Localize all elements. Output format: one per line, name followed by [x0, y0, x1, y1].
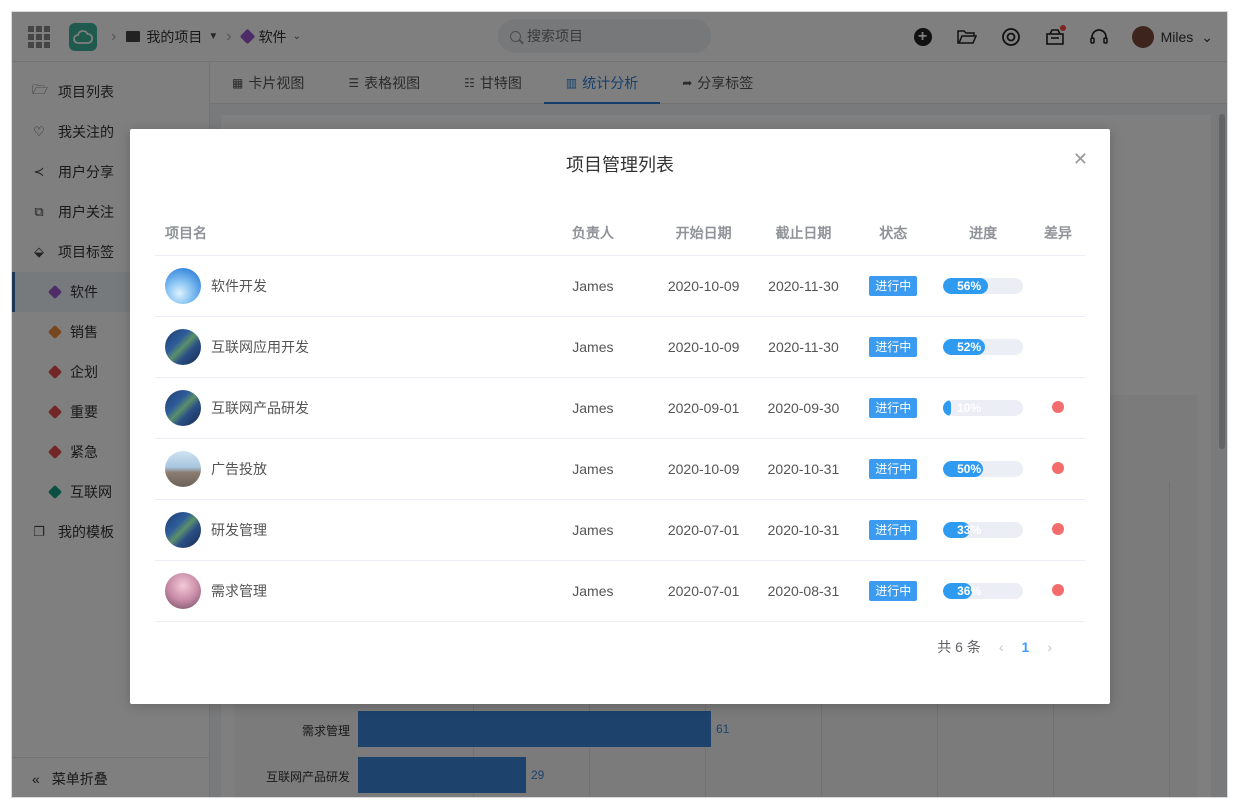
- cell-status: 进行中: [851, 438, 936, 500]
- cell-start-date: 2020-10-09: [651, 438, 756, 500]
- cell-end-date: 2020-11-30: [755, 255, 852, 317]
- cell-diff: [1031, 316, 1085, 378]
- cell-end-date: 2020-10-31: [755, 438, 852, 500]
- cell-start-date: 2020-10-09: [651, 255, 756, 317]
- cell-owner: James: [534, 560, 652, 622]
- page-number[interactable]: 1: [1022, 639, 1030, 655]
- table-row[interactable]: 互联网应用开发 James 2020-10-09 2020-11-30 进行中 …: [155, 316, 1085, 378]
- cell-name: 互联网产品研发: [155, 377, 535, 439]
- project-name[interactable]: 研发管理: [211, 520, 267, 540]
- cell-name: 研发管理: [155, 499, 535, 561]
- project-avatar: [165, 389, 201, 426]
- pagination: 共 6 条 ‹ 1 ›: [937, 637, 1070, 657]
- progress-bar: 56%: [943, 277, 1024, 294]
- diff-indicator: [1052, 583, 1065, 596]
- cell-diff: [1031, 438, 1085, 500]
- cell-status: 进行中: [851, 316, 936, 378]
- diff-indicator: [1052, 400, 1065, 413]
- status-badge: 进行中: [869, 336, 918, 357]
- cell-end-date: 2020-10-31: [755, 499, 852, 561]
- close-icon[interactable]: ✕: [1073, 149, 1088, 170]
- cell-name: 需求管理: [155, 560, 535, 622]
- status-badge: 进行中: [869, 275, 918, 296]
- col-header-end: 截止日期: [755, 211, 852, 256]
- cell-start-date: 2020-10-09: [651, 316, 756, 378]
- cell-name: 软件开发: [155, 255, 535, 317]
- next-page-icon[interactable]: ›: [1047, 639, 1052, 655]
- progress-bar: 33%: [943, 521, 1024, 538]
- col-header-owner: 负责人: [534, 211, 652, 256]
- table-row[interactable]: 需求管理 James 2020-07-01 2020-08-31 进行中 36%: [155, 560, 1085, 622]
- cell-progress: 33%: [935, 499, 1032, 561]
- project-table: 项目名 负责人 开始日期 截止日期 状态 进度 差异 软件开发 James 20…: [155, 211, 1085, 622]
- cell-diff: [1031, 255, 1085, 317]
- progress-text: 52%: [957, 339, 982, 354]
- col-header-status: 状态: [851, 211, 936, 256]
- project-avatar: [165, 572, 201, 609]
- status-badge: 进行中: [869, 580, 918, 601]
- status-badge: 进行中: [869, 519, 918, 540]
- project-name[interactable]: 需求管理: [211, 581, 267, 601]
- cell-end-date: 2020-09-30: [755, 377, 852, 439]
- project-list-modal: 项目管理列表 ✕ 项目名 负责人 开始日期 截止日期 状态 进度 差异 软件开发…: [130, 129, 1110, 704]
- pager-total: 共 6 条: [937, 639, 981, 655]
- cell-end-date: 2020-08-31: [755, 560, 852, 622]
- project-avatar: [165, 450, 201, 487]
- col-header-progress: 进度: [935, 211, 1032, 256]
- cell-status: 进行中: [851, 499, 936, 561]
- project-avatar: [165, 267, 201, 304]
- cell-start-date: 2020-09-01: [651, 377, 756, 439]
- cell-name: 互联网应用开发: [155, 316, 535, 378]
- status-badge: 进行中: [869, 397, 918, 418]
- table-row[interactable]: 互联网产品研发 James 2020-09-01 2020-09-30 进行中 …: [155, 377, 1085, 439]
- cell-progress: 36%: [935, 560, 1032, 622]
- cell-progress: 56%: [935, 255, 1032, 317]
- cell-diff: [1031, 377, 1085, 439]
- project-name[interactable]: 互联网应用开发: [211, 337, 309, 357]
- table-row[interactable]: 研发管理 James 2020-07-01 2020-10-31 进行中 33%: [155, 499, 1085, 561]
- diff-indicator: [1052, 461, 1065, 474]
- cell-progress: 50%: [935, 438, 1032, 500]
- table-row[interactable]: 广告投放 James 2020-10-09 2020-10-31 进行中 50%: [155, 438, 1085, 500]
- diff-indicator: [1052, 522, 1065, 535]
- col-header-name: 项目名: [155, 211, 535, 256]
- project-avatar: [165, 511, 201, 548]
- cell-owner: James: [534, 438, 652, 500]
- progress-text: 56%: [957, 278, 982, 293]
- cell-diff: [1031, 560, 1085, 622]
- cell-progress: 10%: [935, 377, 1032, 439]
- table-header-row: 项目名 负责人 开始日期 截止日期 状态 进度 差异: [155, 211, 1085, 256]
- project-avatar: [165, 328, 201, 365]
- project-name[interactable]: 互联网产品研发: [211, 398, 309, 418]
- modal-title: 项目管理列表: [566, 155, 674, 175]
- progress-text: 36%: [957, 583, 982, 598]
- cell-name: 广告投放: [155, 438, 535, 500]
- cell-end-date: 2020-11-30: [755, 316, 852, 378]
- cell-owner: James: [534, 499, 652, 561]
- cell-start-date: 2020-07-01: [651, 499, 756, 561]
- table-row[interactable]: 软件开发 James 2020-10-09 2020-11-30 进行中 56%: [155, 255, 1085, 317]
- cell-status: 进行中: [851, 560, 936, 622]
- cell-owner: James: [534, 316, 652, 378]
- col-header-start: 开始日期: [651, 211, 756, 256]
- prev-page-icon[interactable]: ‹: [999, 639, 1004, 655]
- col-header-diff: 差异: [1031, 211, 1085, 256]
- progress-text: 10%: [957, 400, 982, 415]
- progress-bar: 50%: [943, 460, 1024, 477]
- progress-text: 33%: [957, 522, 982, 537]
- cell-owner: James: [534, 377, 652, 439]
- project-name[interactable]: 广告投放: [211, 459, 267, 479]
- cell-start-date: 2020-07-01: [651, 560, 756, 622]
- cell-diff: [1031, 499, 1085, 561]
- cell-status: 进行中: [851, 255, 936, 317]
- progress-bar: 36%: [943, 582, 1024, 599]
- cell-progress: 52%: [935, 316, 1032, 378]
- progress-bar: 52%: [943, 338, 1024, 355]
- progress-text: 50%: [957, 461, 982, 476]
- project-name[interactable]: 软件开发: [211, 276, 267, 296]
- status-badge: 进行中: [869, 458, 918, 479]
- cell-owner: James: [534, 255, 652, 317]
- progress-bar: 10%: [943, 399, 1024, 416]
- cell-status: 进行中: [851, 377, 936, 439]
